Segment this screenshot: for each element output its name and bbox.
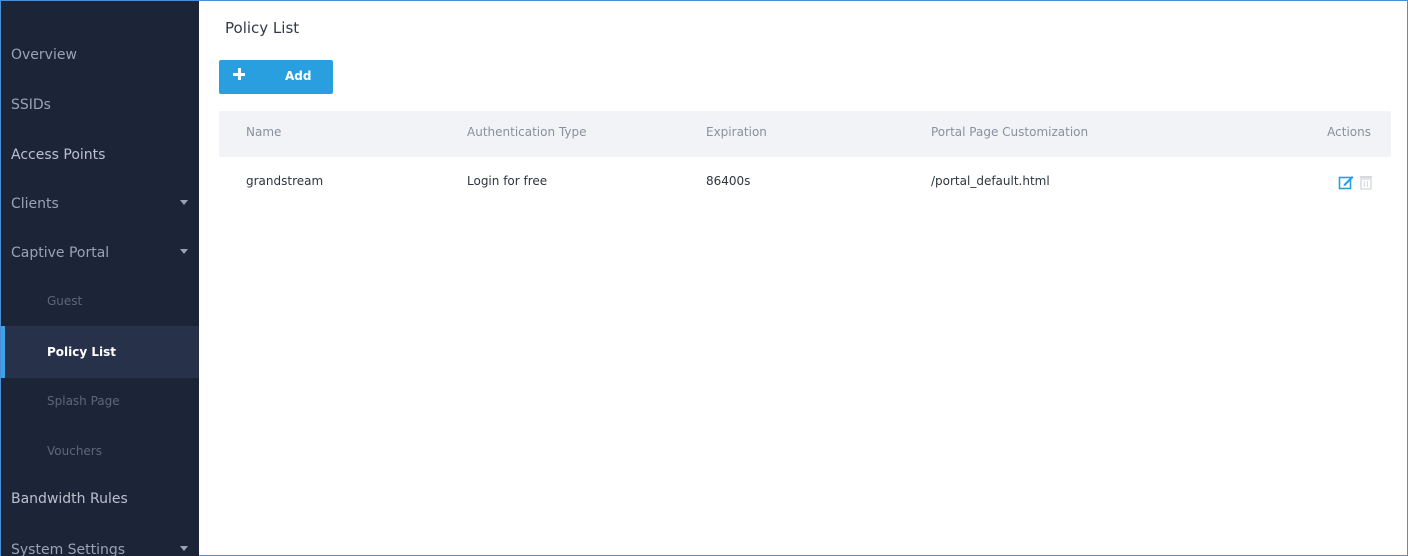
- sidebar-item-label: Guest: [47, 294, 83, 308]
- column-header-actions: Actions: [1327, 125, 1371, 139]
- row-actions: [1338, 174, 1374, 190]
- column-header-portal-page[interactable]: Portal Page Customization: [931, 125, 1088, 139]
- sidebar-item-guest[interactable]: Guest: [1, 275, 199, 327]
- cell-authentication-type: Login for free: [467, 174, 548, 188]
- column-header-expiration[interactable]: Expiration: [706, 125, 767, 139]
- sidebar-item-system-settings[interactable]: System Settings: [1, 524, 199, 556]
- sidebar-item-label: Overview: [11, 47, 77, 63]
- sidebar-item-label: System Settings: [11, 542, 126, 556]
- sidebar-item-label: Vouchers: [47, 444, 102, 458]
- plus-icon: [233, 68, 245, 80]
- cell-name: grandstream: [246, 174, 324, 188]
- page-title: Policy List: [225, 19, 300, 37]
- chevron-down-icon: [180, 546, 188, 551]
- policy-table: Name Authentication Type Expiration Port…: [219, 111, 1391, 209]
- sidebar-item-label: Policy List: [47, 345, 117, 359]
- sidebar-item-captive-portal[interactable]: Captive Portal: [1, 227, 199, 279]
- cell-expiration: 86400s: [706, 174, 751, 188]
- sidebar-item-overview[interactable]: Overview: [1, 29, 199, 81]
- add-button[interactable]: Add: [219, 60, 333, 94]
- cell-portal-page: /portal_default.html: [931, 174, 1050, 188]
- table-header: Name Authentication Type Expiration Port…: [219, 111, 1391, 157]
- sidebar-item-label: SSIDs: [11, 97, 51, 113]
- sidebar-item-label: Captive Portal: [11, 245, 110, 261]
- sidebar-item-label: Clients: [11, 196, 59, 212]
- add-button-label: Add: [285, 69, 312, 83]
- sidebar-item-label: Access Points: [11, 147, 106, 163]
- column-header-authentication-type[interactable]: Authentication Type: [467, 125, 586, 139]
- sidebar: Overview SSIDs Access Points Clients Cap…: [1, 1, 199, 556]
- sidebar-item-access-points[interactable]: Access Points: [1, 129, 199, 181]
- table-row: grandstream Login for free 86400s /porta…: [219, 157, 1391, 209]
- app-window: Overview SSIDs Access Points Clients Cap…: [0, 0, 1408, 556]
- sidebar-item-policy-list[interactable]: Policy List: [1, 326, 199, 378]
- chevron-down-icon: [180, 249, 188, 254]
- sidebar-item-label: Bandwidth Rules: [11, 491, 128, 507]
- trash-icon[interactable]: [1358, 174, 1374, 190]
- chevron-down-icon: [180, 200, 188, 205]
- main-content: Policy List Add Name Authentication Type…: [199, 1, 1408, 556]
- column-header-name[interactable]: Name: [246, 125, 281, 139]
- sidebar-item-splash-page[interactable]: Splash Page: [1, 375, 199, 427]
- sidebar-item-ssids[interactable]: SSIDs: [1, 79, 199, 131]
- sidebar-item-bandwidth-rules[interactable]: Bandwidth Rules: [1, 473, 199, 525]
- sidebar-item-vouchers[interactable]: Vouchers: [1, 425, 199, 477]
- sidebar-item-clients[interactable]: Clients: [1, 178, 199, 230]
- sidebar-item-label: Splash Page: [47, 394, 120, 408]
- edit-icon[interactable]: [1338, 174, 1354, 190]
